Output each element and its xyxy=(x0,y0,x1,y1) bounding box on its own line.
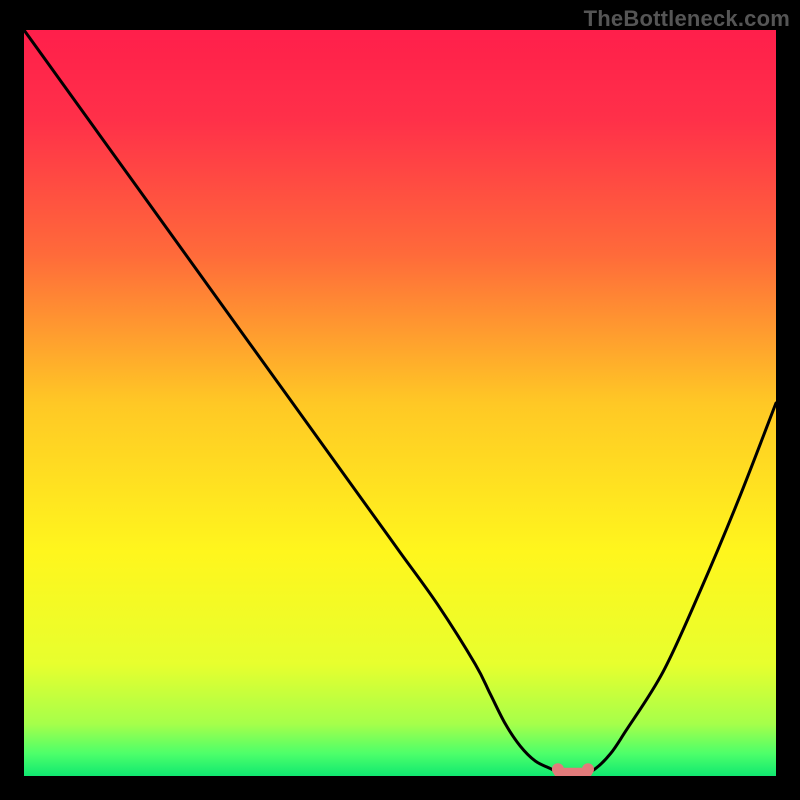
chart-container: TheBottleneck.com xyxy=(0,0,800,800)
gradient-background xyxy=(24,30,776,776)
optimal-range-start-icon xyxy=(552,763,564,775)
bottleneck-chart xyxy=(0,0,800,800)
optimal-range-end-icon xyxy=(582,763,594,775)
watermark-text: TheBottleneck.com xyxy=(584,6,790,32)
